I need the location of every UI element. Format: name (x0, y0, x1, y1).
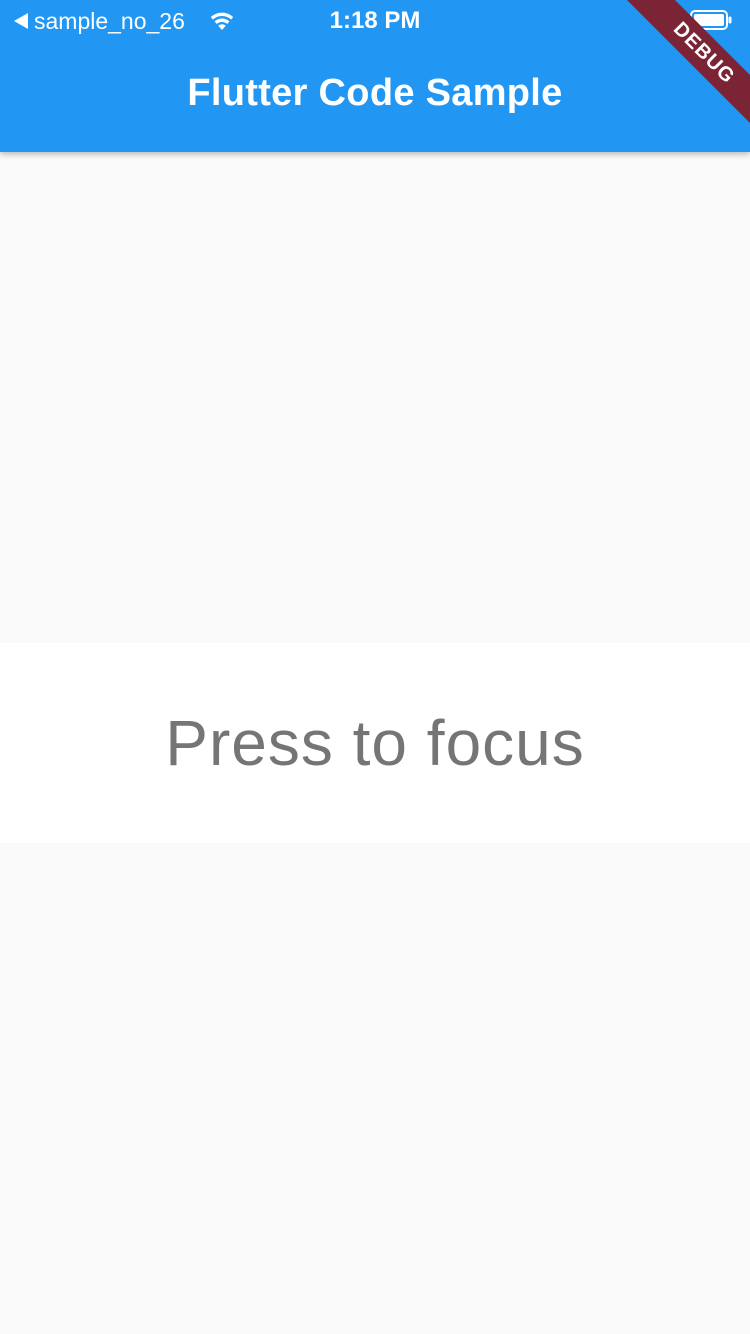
press-to-focus-button[interactable]: Press to focus (0, 643, 750, 843)
page-title: Flutter Code Sample (187, 72, 563, 114)
battery-icon (690, 10, 732, 30)
app-bar: sample_no_26 1:18 PM Flutter Code Sample (0, 0, 750, 152)
status-bar: sample_no_26 1:18 PM (0, 0, 750, 40)
press-to-focus-label: Press to focus (165, 707, 585, 779)
status-time: 1:18 PM (329, 7, 421, 34)
